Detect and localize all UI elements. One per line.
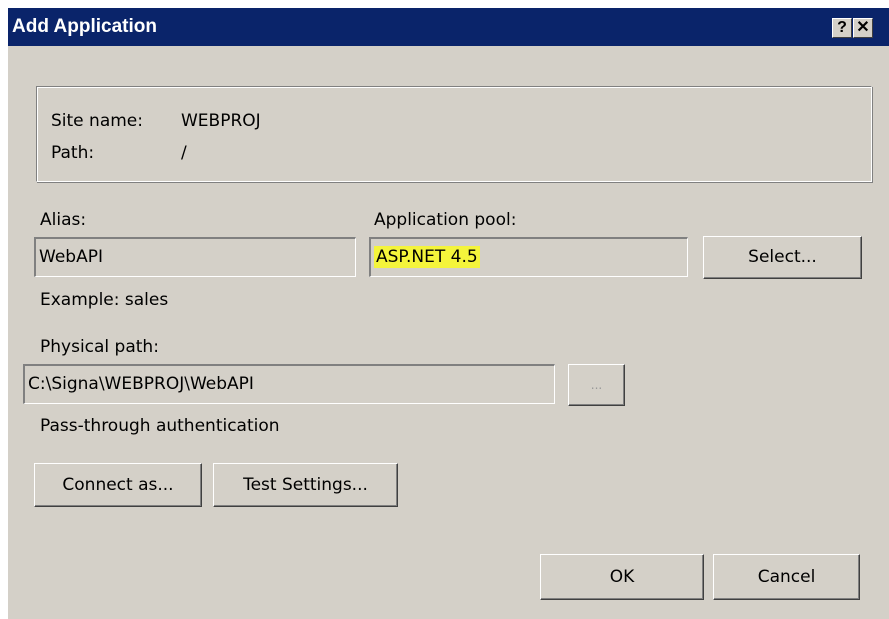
alias-input[interactable]: WebAPI — [34, 237, 356, 277]
physical-path-label: Physical path: — [40, 337, 159, 357]
ok-button[interactable]: OK — [540, 554, 704, 600]
connect-as-button[interactable]: Connect as... — [34, 463, 202, 507]
test-settings-button[interactable]: Test Settings... — [213, 463, 398, 507]
add-application-dialog: Add Application ? ✕ Site name: WEBPROJ P… — [8, 8, 889, 619]
select-app-pool-button[interactable]: Select... — [703, 236, 862, 279]
physical-path-input[interactable]: C:\Signa\WEBPROJ\WebAPI — [23, 364, 555, 404]
auth-text: Pass-through authentication — [40, 416, 280, 436]
path-label: Path: — [51, 143, 95, 163]
title-bar[interactable]: Add Application ? ✕ — [8, 8, 889, 46]
alias-label: Alias: — [40, 210, 87, 230]
alias-example: Example: sales — [40, 290, 169, 310]
application-pool-value: ASP.NET 4.5 — [374, 246, 480, 268]
close-icon[interactable]: ✕ — [853, 18, 873, 38]
cancel-button[interactable]: Cancel — [713, 554, 860, 600]
help-icon[interactable]: ? — [832, 18, 852, 38]
site-info-group: Site name: WEBPROJ Path: / — [36, 86, 872, 182]
window-title: Add Application — [12, 16, 157, 37]
path-value: / — [181, 143, 187, 163]
application-pool-label: Application pool: — [374, 210, 517, 230]
site-name-value: WEBPROJ — [181, 111, 261, 131]
application-pool-field: ASP.NET 4.5 — [369, 237, 688, 277]
browse-button[interactable]: ... — [568, 364, 625, 406]
site-name-label: Site name: — [51, 111, 143, 131]
